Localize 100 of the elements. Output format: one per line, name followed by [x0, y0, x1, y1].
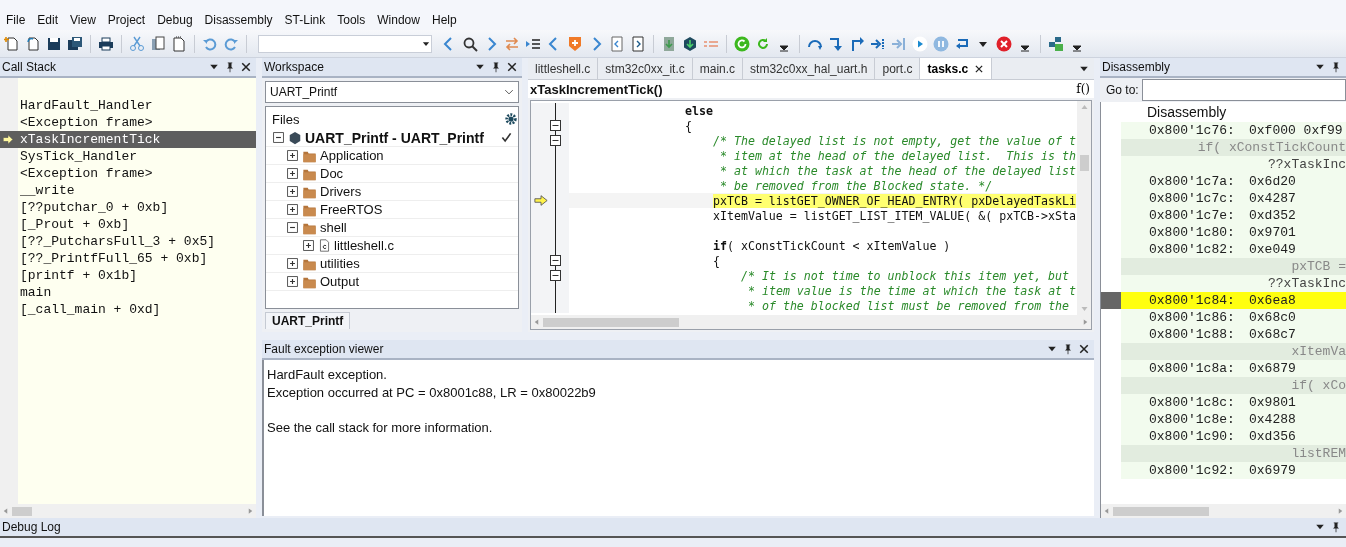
instruction-address: 0x800'1c88:: [1148, 327, 1236, 342]
menu-item[interactable]: File: [0, 12, 32, 27]
file-tab[interactable]: littleshell.c: [528, 58, 599, 79]
expand-icon[interactable]: [302, 239, 315, 252]
panel-title: Workspace: [264, 60, 324, 74]
call-stack-frame[interactable]: __write: [18, 182, 256, 199]
file-tab[interactable]: tasks.c: [920, 58, 993, 79]
menu-item[interactable]: Edit: [31, 12, 65, 27]
tree-item[interactable]: Doc: [320, 166, 344, 181]
menu-item[interactable]: Window: [371, 12, 426, 27]
goto-field[interactable]: [1141, 79, 1346, 101]
instruction-address: 0x800'1c7a:: [1148, 174, 1236, 189]
fold-marker-icon[interactable]: [550, 120, 561, 131]
save-icon[interactable]: [46, 35, 62, 52]
menu-item[interactable]: ST-Link: [278, 12, 332, 27]
instruction-row[interactable]: 0x800'1c84: 0x6ea8: [1101, 292, 1346, 309]
cut-icon[interactable]: [129, 35, 145, 52]
menu-item[interactable]: Tools: [331, 12, 372, 27]
menu-item[interactable]: Help: [425, 12, 463, 27]
workspace-root-node[interactable]: UART_Printf - UART_Printf: [305, 129, 484, 146]
call-stack-frame[interactable]: HardFault_Handler: [18, 97, 256, 114]
call-stack-frame[interactable]: <Exception frame>: [18, 114, 256, 131]
instruction-code: 0x9801: [1249, 395, 1296, 410]
tree-item[interactable]: FreeRTOS: [320, 202, 383, 217]
file-tab[interactable]: stm32c0xx_it.c: [598, 58, 693, 79]
save-all-icon[interactable]: [67, 35, 83, 52]
stop-icon[interactable]: [996, 35, 1012, 52]
undo-icon[interactable]: [202, 35, 218, 52]
scrollbar-thumb[interactable]: [1113, 506, 1209, 516]
workspace-tab[interactable]: UART_Printf: [265, 312, 351, 329]
file-tab[interactable]: main.c: [692, 58, 744, 79]
fold-marker-icon[interactable]: [550, 255, 561, 266]
download-document-icon[interactable]: [661, 35, 677, 52]
copy-icon[interactable]: [150, 35, 166, 52]
fold-marker-icon[interactable]: [550, 270, 561, 281]
window-layout-icon[interactable]: [1048, 35, 1064, 52]
step-into-icon[interactable]: [828, 35, 844, 52]
expand-icon[interactable]: [286, 149, 299, 162]
call-stack-frame[interactable]: <Exception frame>: [18, 165, 256, 182]
redo-icon[interactable]: [223, 35, 239, 52]
instruction-address: 0x800'1c7c:: [1148, 191, 1236, 206]
menu-item[interactable]: View: [64, 12, 102, 27]
file-tab[interactable]: stm32c0xx_hal_uart.h: [743, 58, 876, 79]
new-file-icon[interactable]: [4, 35, 20, 52]
toolbar-combo-field[interactable]: [258, 34, 432, 53]
call-stack-frame[interactable]: [??_PutcharsFull_3 + 0x5]: [18, 233, 256, 250]
instruction-address: 0x800'1c84:: [1148, 293, 1236, 308]
previous-page-icon[interactable]: [609, 35, 625, 52]
hexagon-icon: [288, 130, 302, 145]
instruction-address: 0x800'1c8a:: [1148, 361, 1236, 376]
scrollbar-thumb[interactable]: [1079, 155, 1089, 171]
menu-item[interactable]: Disassembly: [198, 12, 279, 27]
expand-icon[interactable]: [286, 275, 299, 288]
call-stack-frame[interactable]: [??putchar_0 + 0xb]: [18, 199, 256, 216]
menu-item[interactable]: Project: [101, 12, 152, 27]
next-page-icon[interactable]: [630, 35, 646, 52]
call-stack-frame[interactable]: main: [18, 284, 256, 301]
call-stack-frame[interactable]: xTaskIncrementTick: [0, 131, 256, 148]
print-icon[interactable]: [98, 35, 114, 52]
close-icon[interactable]: [1078, 343, 1090, 355]
code-line: if( xConstTickCount < xItemValue ): [713, 238, 951, 253]
instruction-address: 0x800'1c92:: [1148, 463, 1236, 478]
collapse-icon[interactable]: [286, 221, 299, 234]
tree-item[interactable]: Application: [320, 148, 384, 163]
code-comment: * at which the task at the head of the delayed list: [720, 163, 1076, 178]
fold-marker-icon[interactable]: [550, 135, 561, 146]
close-icon[interactable]: [974, 63, 985, 74]
menu-item[interactable]: Debug: [151, 12, 199, 27]
expand-icon[interactable]: [286, 185, 299, 198]
configuration-dropdown[interactable]: UART_Printf: [265, 81, 519, 103]
download-hexagon-icon[interactable]: [682, 35, 698, 52]
reload-icon[interactable]: [734, 35, 750, 52]
play-icon[interactable]: [912, 35, 928, 52]
scrollbar-thumb[interactable]: [12, 506, 32, 516]
tree-item[interactable]: utilities: [320, 256, 360, 271]
scrollbar-thumb[interactable]: [543, 317, 679, 327]
close-icon[interactable]: [506, 61, 518, 73]
tree-item[interactable]: Output: [320, 274, 360, 289]
close-icon[interactable]: [240, 61, 252, 73]
instruction-code: 0x4288: [1249, 412, 1296, 427]
call-stack-frame[interactable]: [_call_main + 0xd]: [18, 301, 256, 318]
expand-icon[interactable]: [286, 167, 299, 180]
tree-item[interactable]: Drivers: [320, 184, 362, 199]
call-stack-frame[interactable]: [_Prout + 0xb]: [18, 216, 256, 233]
tree-item[interactable]: littleshell.c: [334, 238, 394, 253]
expand-icon[interactable]: [286, 257, 299, 270]
panel-title: Call Stack: [2, 60, 57, 74]
tree-item[interactable]: shell: [320, 220, 347, 235]
expand-icon[interactable]: [286, 203, 299, 216]
paste-icon[interactable]: [171, 35, 187, 52]
call-stack-frame[interactable]: [??_PrintfFull_65 + 0xb]: [18, 250, 256, 267]
settings-icon[interactable]: [504, 112, 518, 126]
open-file-icon[interactable]: [25, 35, 41, 52]
step-out-icon[interactable]: [849, 35, 865, 52]
call-stack-frame[interactable]: SysTick_Handler: [18, 148, 256, 165]
search-icon[interactable]: [462, 35, 478, 52]
function-list-button[interactable]: f(): [1074, 82, 1092, 96]
collapse-icon[interactable]: [272, 131, 285, 144]
bookmark-shield-icon[interactable]: [567, 35, 583, 52]
call-stack-frame[interactable]: [printf + 0x1b]: [18, 267, 256, 284]
